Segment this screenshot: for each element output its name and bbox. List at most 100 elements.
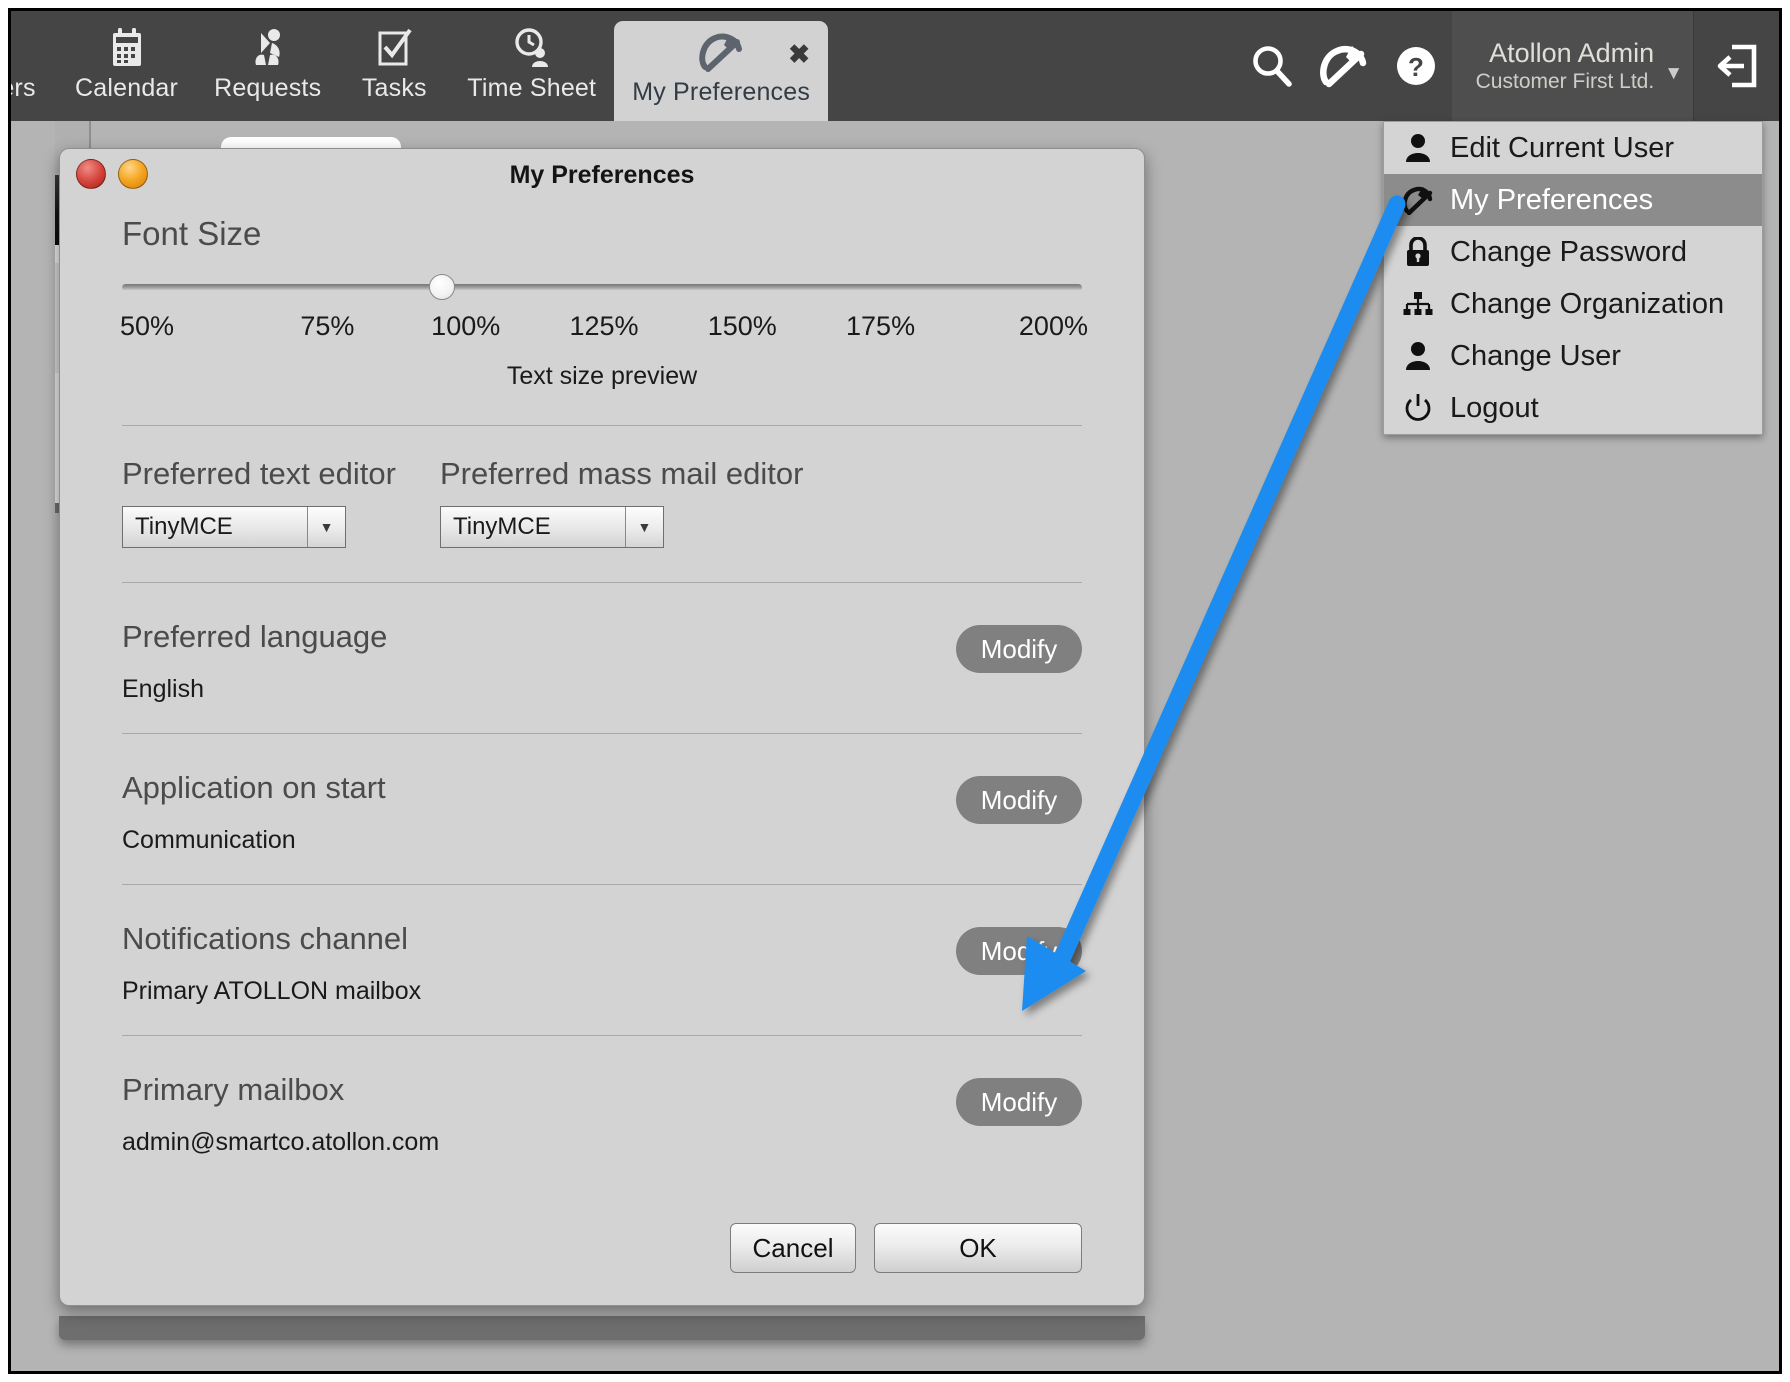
my-preferences-dialog: My Preferences Font Size 50% 75% 100% 12… <box>59 148 1145 1306</box>
nav-tab-my-preferences[interactable]: My Preferences ✖ <box>614 21 829 121</box>
menu-item-label: Logout <box>1450 391 1539 424</box>
tick-label: 50% <box>120 311 175 341</box>
tick-label: 200% <box>1018 311 1088 341</box>
clock-person-icon <box>512 26 552 70</box>
dialog-titlebar: My Preferences <box>60 149 1144 207</box>
nav-tabs: ers <box>11 11 829 121</box>
question-mark-icon[interactable]: ? <box>1380 11 1452 121</box>
app-window: ers <box>8 8 1782 1374</box>
nav-tab-time-sheet[interactable]: Time Sheet <box>449 11 614 121</box>
wrench-icon <box>1398 180 1438 220</box>
svg-text:?: ? <box>1408 52 1424 82</box>
divider <box>122 425 1082 426</box>
nav-tab-label: Tasks <box>361 73 427 102</box>
menu-item-change-password[interactable]: Change Password <box>1384 226 1762 278</box>
setting-title: Primary mailbox <box>122 1072 345 1107</box>
nav-tab-label: My Preferences <box>632 77 811 106</box>
tick-label: 150% <box>707 311 777 341</box>
menu-item-label: My Preferences <box>1450 183 1654 216</box>
menu-item-label: Edit Current User <box>1450 131 1675 164</box>
nav-tab-users[interactable]: ers <box>11 11 57 121</box>
preferred-mass-mail-editor-group: Preferred mass mail editor TinyMCE ▼ <box>439 456 804 548</box>
menu-item-label: Change Organization <box>1450 287 1725 320</box>
setting-row-preferred-language: Preferred language English Modify <box>122 583 1082 734</box>
setting-row-primary-mailbox: Primary mailbox admin@smartco.atollon.co… <box>122 1036 1082 1187</box>
tasks-checkbox-icon <box>376 26 412 70</box>
topbar-right-actions: ? Atollon Admin Customer First Ltd. ▼ <box>1236 11 1779 121</box>
menu-item-change-organization[interactable]: Change Organization <box>1384 278 1762 330</box>
setting-row-notifications-channel: Notifications channel Primary ATOLLON ma… <box>122 885 1082 1036</box>
user-dropdown-menu: Edit Current User My Preferences Change … <box>1383 121 1763 435</box>
setting-title: Preferred language <box>122 619 388 654</box>
chevron-down-icon[interactable]: ▼ <box>1664 63 1683 85</box>
chevron-down-icon[interactable]: ▼ <box>624 507 663 547</box>
setting-value: admin@smartco.atollon.com <box>122 1128 440 1156</box>
menu-item-change-user[interactable]: Change User <box>1384 330 1762 382</box>
select-value: TinyMCE <box>135 513 233 540</box>
wrench-icon <box>699 30 743 74</box>
nav-tab-calendar[interactable]: Calendar <box>57 11 196 121</box>
menu-item-edit-current-user[interactable]: Edit Current User <box>1384 122 1762 174</box>
person-icon <box>1398 336 1438 376</box>
nav-tab-label: Calendar <box>75 73 179 102</box>
slider-track[interactable] <box>122 284 1082 291</box>
font-size-heading: Font Size <box>122 215 262 252</box>
dialog-body: Font Size 50% 75% 100% 125% 150% 175% 20… <box>60 215 1144 1305</box>
dialog-bottom-shadow-bar <box>59 1316 1145 1340</box>
cancel-button[interactable]: Cancel <box>730 1223 856 1273</box>
menu-item-label: Change User <box>1450 339 1621 372</box>
tick-label: 100% <box>431 311 501 341</box>
lock-icon <box>1398 232 1438 272</box>
tick-label: 75% <box>300 311 355 341</box>
calendar-icon <box>110 26 144 70</box>
preferred-mass-mail-editor-select[interactable]: TinyMCE ▼ <box>439 506 664 548</box>
slider-thumb[interactable] <box>428 274 455 300</box>
ok-button[interactable]: OK <box>874 1223 1082 1273</box>
font-size-slider[interactable] <box>122 274 1082 301</box>
text-size-preview: Text size preview <box>506 362 698 390</box>
editor-preferences: Preferred text editor TinyMCE ▼ Preferre… <box>122 456 1114 548</box>
nav-tab-label: Requests <box>214 73 322 102</box>
user-info: Atollon Admin Customer First Ltd. <box>1476 38 1655 95</box>
nav-tab-label: Time Sheet <box>467 73 597 102</box>
modify-notifications-channel-button[interactable]: Modify <box>956 927 1082 975</box>
modify-application-on-start-button[interactable]: Modify <box>956 776 1082 824</box>
font-size-tick-labels: 50% 75% 100% 125% 150% 175% 200% <box>112 311 1092 342</box>
setting-value: English <box>122 675 204 703</box>
setting-value: Primary ATOLLON mailbox <box>122 977 422 1005</box>
chevron-down-icon[interactable]: ▼ <box>307 507 345 547</box>
nav-tab-label: ers <box>11 73 36 102</box>
preferred-text-editor-label: Preferred text editor <box>122 456 396 491</box>
modify-language-button[interactable]: Modify <box>956 625 1082 673</box>
menu-item-label: Change Password <box>1450 235 1687 268</box>
tick-label: 175% <box>846 311 916 341</box>
setting-title: Notifications channel <box>122 921 409 956</box>
settings-wrench-icon[interactable] <box>1308 11 1380 121</box>
menu-item-my-preferences[interactable]: My Preferences <box>1384 174 1762 226</box>
menu-item-logout[interactable]: Logout <box>1384 382 1762 434</box>
preferred-mass-mail-editor-label: Preferred mass mail editor <box>439 456 804 491</box>
tick-label: 125% <box>569 311 639 341</box>
org-chart-icon <box>1398 284 1438 324</box>
user-name: Atollon Admin <box>1489 37 1655 68</box>
search-icon[interactable] <box>1236 11 1308 121</box>
top-navigation-bar: ers <box>11 11 1779 121</box>
dialog-footer: Cancel OK <box>90 1223 1082 1273</box>
preferred-text-editor-group: Preferred text editor TinyMCE ▼ <box>122 456 396 548</box>
setting-value: Communication <box>122 826 296 854</box>
logout-arrow-icon[interactable] <box>1693 11 1779 121</box>
nav-tab-requests[interactable]: Requests <box>196 11 339 121</box>
close-icon[interactable]: ✖ <box>788 41 810 67</box>
dialog-title: My Preferences <box>509 161 695 189</box>
setting-title: Application on start <box>122 770 386 805</box>
power-icon <box>1398 388 1438 428</box>
modify-primary-mailbox-button[interactable]: Modify <box>956 1078 1082 1126</box>
user-menu-button[interactable]: Atollon Admin Customer First Ltd. ▼ <box>1451 11 1693 121</box>
select-value: TinyMCE <box>452 513 551 540</box>
person-icon <box>1398 128 1438 168</box>
user-organization: Customer First Ltd. <box>1475 69 1655 93</box>
requests-people-icon <box>248 26 288 70</box>
nav-tab-tasks[interactable]: Tasks <box>339 11 449 121</box>
preferred-text-editor-select[interactable]: TinyMCE ▼ <box>122 506 346 548</box>
setting-row-application-on-start: Application on start Communication Modif… <box>122 734 1082 885</box>
